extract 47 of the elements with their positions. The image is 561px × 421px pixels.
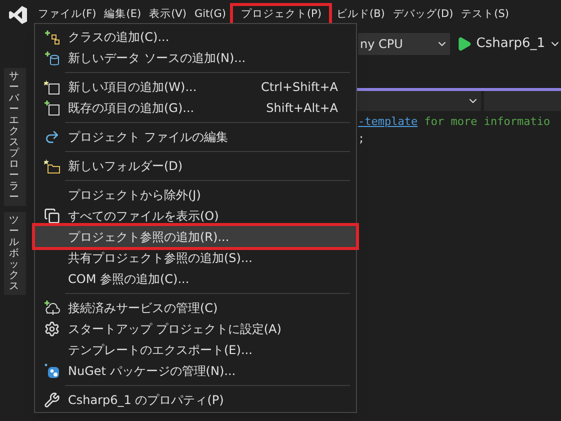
menu-bar-item[interactable]: テスト(S)	[457, 3, 514, 27]
menu-item[interactable]: NuGet パッケージの管理(N)...	[35, 360, 356, 381]
menu-item[interactable]: すべてのファイルを表示(O)	[35, 205, 356, 226]
code-comment: for more informatio	[423, 115, 550, 128]
menu-item[interactable]: テンプレートのエクスポート(E)...	[35, 339, 356, 360]
new-folder-icon	[44, 158, 60, 174]
menu-item[interactable]: 接続済みサービスの管理(C)	[35, 297, 356, 318]
menu-item[interactable]: 既存の項目の追加(G)... Shift+Alt+A	[35, 97, 356, 118]
package-icon	[44, 362, 60, 378]
menu-bar-item[interactable]: 表示(V)	[145, 3, 190, 27]
nav-dropdown[interactable]	[484, 91, 561, 111]
start-button[interactable]: Csharp6_1	[456, 34, 561, 54]
menu-item[interactable]: クラスの追加(C)...	[35, 26, 356, 47]
menu-item[interactable]: Csharp6_1 のプロパティ(P)	[35, 389, 356, 410]
play-icon	[456, 36, 472, 52]
copy-icon	[44, 208, 60, 224]
existing-item-icon	[44, 100, 60, 116]
menu-item[interactable]: 共有プロジェクト参照の追加(S)...	[35, 247, 356, 268]
menu-item[interactable]: スタートアップ プロジェクトに設定(A)	[35, 318, 356, 339]
code-link[interactable]: -template	[358, 115, 418, 128]
settings-icon	[44, 320, 60, 336]
menu-item[interactable]: 新しいデータ ソースの追加(N)...	[35, 47, 356, 68]
menu-item[interactable]: プロジェクト ファイルの編集	[35, 126, 356, 147]
menu-item[interactable]: COM 参照の追加(C)...	[35, 268, 356, 289]
menu-bar-item[interactable]: デバッグ(D)	[388, 3, 458, 27]
menu-bar-item[interactable]: 編集(E)	[100, 3, 146, 27]
menu-bar-item[interactable]: ファイル(F)	[34, 3, 100, 27]
shortcut-text: Shift+Alt+A	[266, 100, 339, 116]
app-logo-icon	[8, 5, 28, 25]
menu-item[interactable]: 新しい項目の追加(W)... Ctrl+Shift+A	[35, 76, 356, 97]
class-add-icon	[44, 28, 60, 44]
database-add-icon	[44, 50, 60, 66]
wrench-icon	[44, 392, 60, 408]
menu-bar-item[interactable]: Git(G)	[190, 3, 230, 27]
side-tab[interactable]: サーバーエクスプローラー	[4, 68, 26, 206]
new-item-icon	[44, 78, 60, 94]
side-tab[interactable]: ツールボックス	[4, 212, 26, 295]
shortcut-text: Ctrl+Shift+A	[261, 78, 339, 96]
menu-bar-item[interactable]: ビルド(B)	[332, 3, 389, 27]
platform-dropdown[interactable]: ny CPU	[358, 33, 450, 55]
menu-item[interactable]: プロジェクト参照の追加(R)...	[35, 226, 356, 247]
redo-arrow-icon	[44, 128, 60, 144]
nav-dropdown[interactable]	[356, 91, 481, 111]
menu-item[interactable]: プロジェクトから除外(J)	[35, 184, 356, 205]
cloud-plug-icon	[44, 300, 60, 316]
menu-item[interactable]: 新しいフォルダー(D)	[35, 155, 356, 176]
code-text: ;	[358, 132, 365, 145]
